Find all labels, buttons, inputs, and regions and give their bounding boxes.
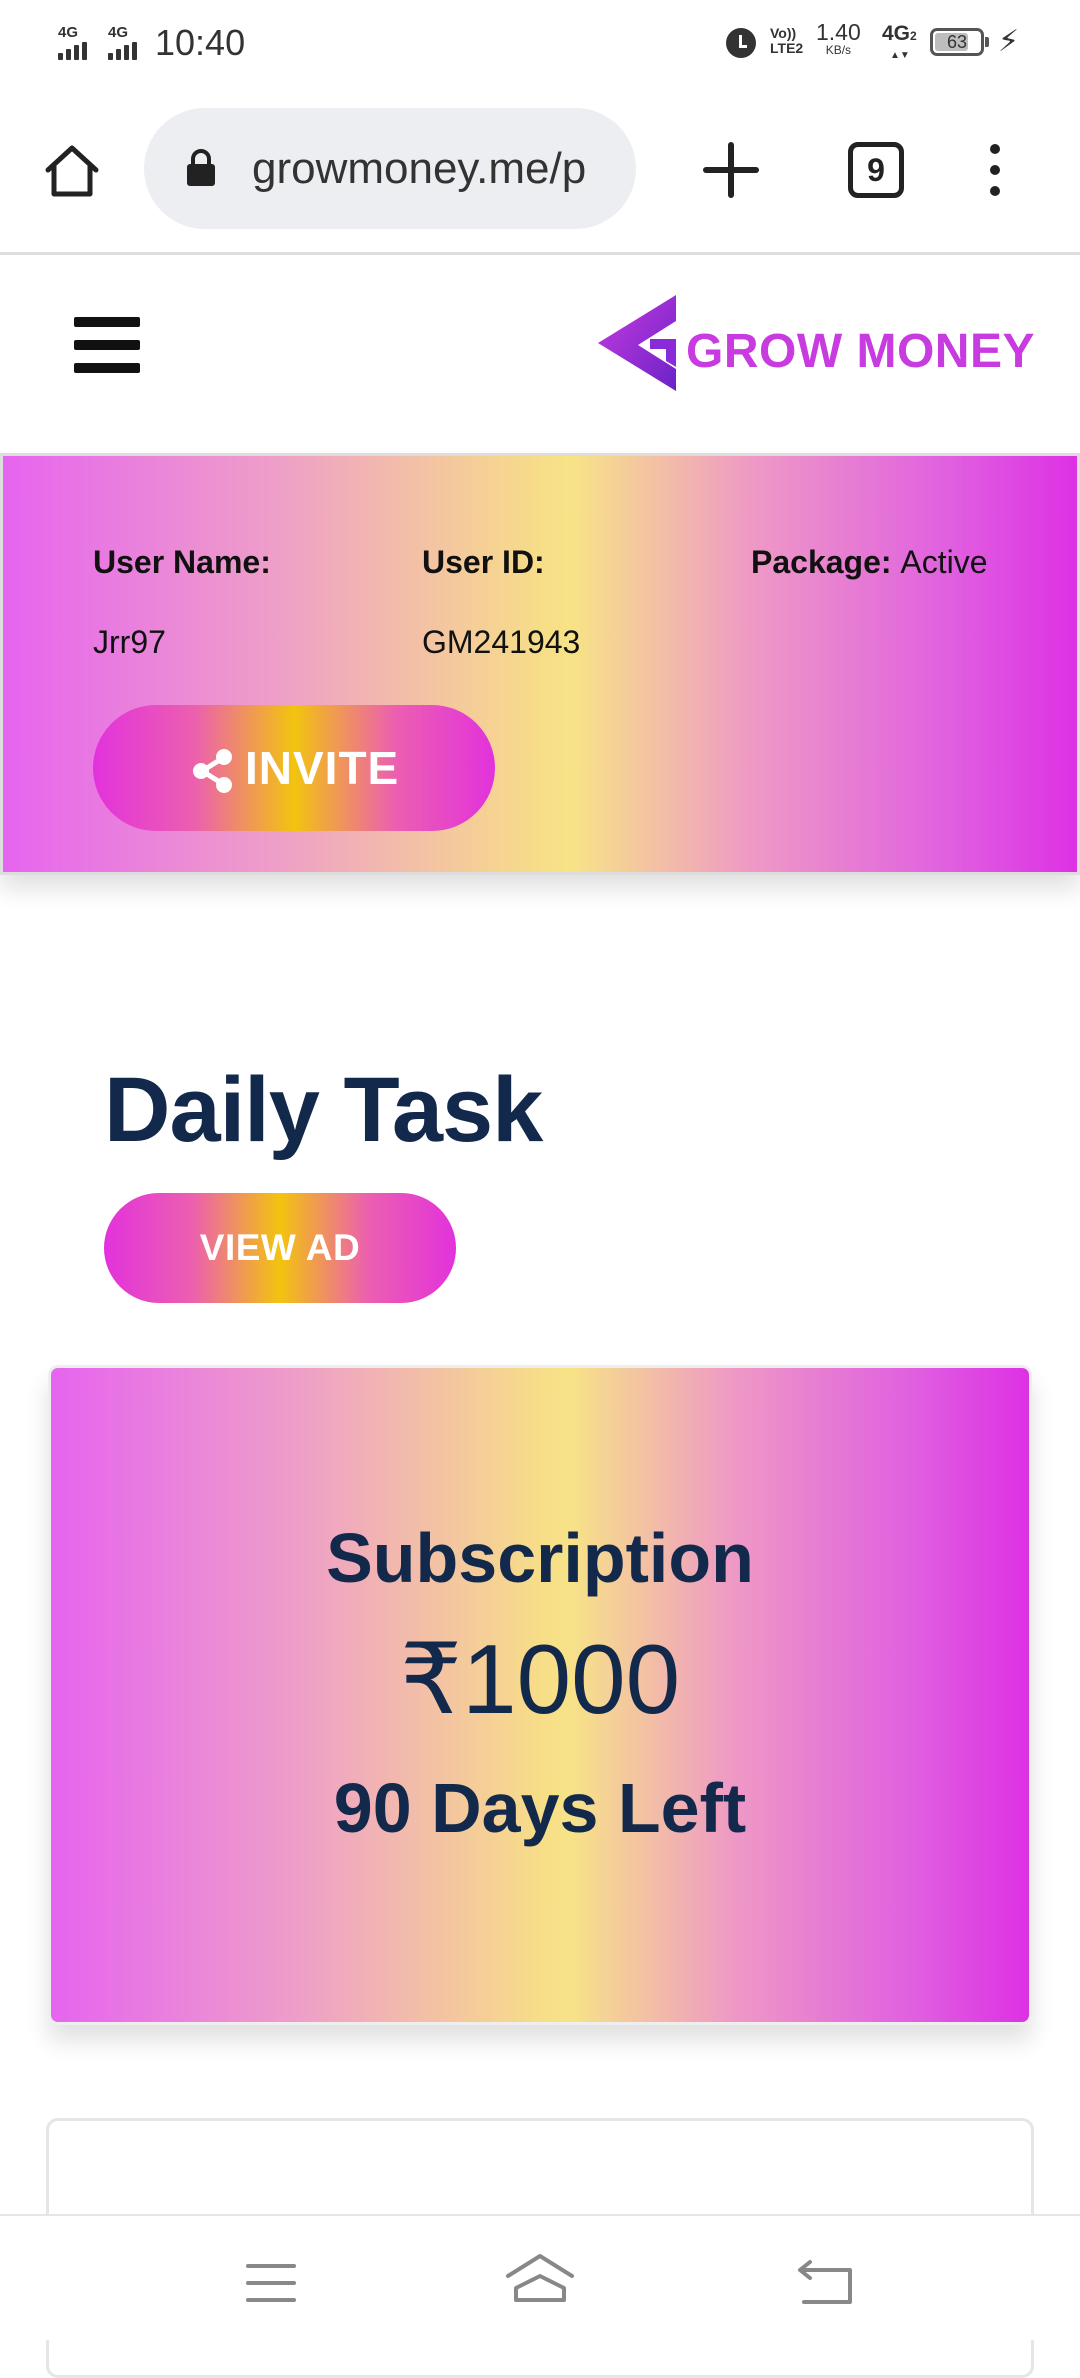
network-type-3: 4G2 ▲▼ <box>882 22 917 61</box>
new-tab-icon[interactable] <box>703 142 759 198</box>
brand-name[interactable]: GROW MONEY <box>686 324 1035 379</box>
invite-button[interactable]: INVITE <box>93 705 495 831</box>
daily-task-title: Daily Task <box>104 1059 543 1161</box>
menu-dots-icon[interactable] <box>988 140 1002 200</box>
nav-menu-icon[interactable] <box>246 2264 296 2302</box>
grow-money-logo-icon[interactable] <box>594 293 684 393</box>
package-status: Package: Active <box>751 544 988 581</box>
address-bar[interactable]: growmoney.me/p <box>144 108 636 229</box>
nav-back-icon[interactable] <box>796 2254 856 2306</box>
user-info-banner: User Name: Jrr97 User ID: GM241943 Packa… <box>0 453 1080 875</box>
battery-icon: 63 <box>930 28 984 56</box>
subscription-card: Subscription ₹1000 90 Days Left <box>48 1365 1032 2025</box>
browser-toolbar: growmoney.me/p 9 <box>0 88 1080 255</box>
site-header: GROW MONEY <box>0 255 1080 453</box>
network-speed: 1.40 KB/s <box>816 19 861 57</box>
userid-value: GM241943 <box>422 624 581 660</box>
subscription-price: ₹1000 <box>399 1624 681 1734</box>
alarm-icon <box>726 28 756 58</box>
hamburger-menu-icon[interactable] <box>74 317 140 373</box>
days-left: 90 Days Left <box>333 1769 747 1847</box>
view-ad-button[interactable]: VIEW AD <box>104 1193 456 1303</box>
network-type-1: 4G <box>58 24 79 41</box>
invite-label: INVITE <box>245 742 400 794</box>
package-label: Package: <box>751 544 892 580</box>
system-navigation-bar <box>0 2214 1080 2340</box>
url-text: growmoney.me/p <box>252 144 587 193</box>
battery-level: 63 <box>946 32 968 52</box>
package-value: Active <box>900 544 988 580</box>
lock-icon <box>187 149 215 186</box>
status-bar: 4G 4G 10:40 Vo)) LTE2 1.40 KB/s 4G2 ▲▼ 6… <box>0 0 1080 88</box>
charging-icon: ⚡︎ <box>998 25 1020 58</box>
nav-home-icon[interactable] <box>504 2252 576 2306</box>
username-value: Jrr97 <box>93 624 166 660</box>
userid-label: User ID: <box>422 544 545 580</box>
tabs-button[interactable]: 9 <box>848 142 904 198</box>
subscription-title: Subscription <box>326 1519 754 1597</box>
status-time: 10:40 <box>155 22 246 63</box>
volte-indicator: Vo)) LTE2 <box>770 25 804 56</box>
network-type-2: 4G <box>108 24 129 41</box>
home-icon[interactable] <box>42 140 102 200</box>
share-icon <box>193 749 232 793</box>
username-label: User Name: <box>93 544 271 580</box>
